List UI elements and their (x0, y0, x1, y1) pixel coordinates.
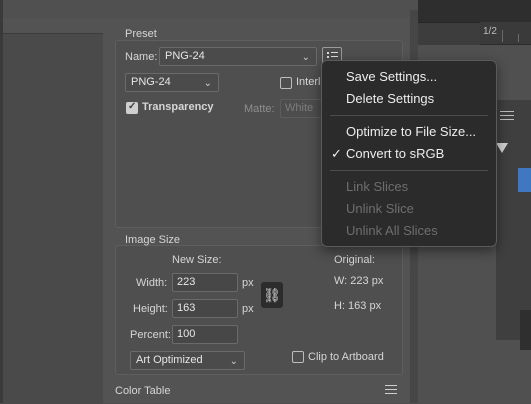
color-table-menu-icon[interactable] (385, 384, 397, 394)
height-value: 163 (177, 302, 196, 314)
transparency-label: Transparency (142, 101, 214, 113)
dialog-top-strip (0, 0, 418, 18)
menu-item-convert-srgb[interactable]: Convert to sRGB (346, 146, 444, 161)
filter-icon[interactable] (496, 143, 508, 153)
width-value: 223 (177, 276, 196, 288)
app-tab-bar (418, 0, 531, 23)
width-unit: px (242, 277, 254, 289)
original-label: Original: (334, 254, 375, 266)
matte-select[interactable]: White (280, 99, 322, 118)
link-constrain-icon[interactable]: ⛓ (261, 282, 283, 308)
ruler-label: 1/2 (483, 26, 497, 37)
color-table-title: Color Table (115, 385, 171, 397)
panel-menu-icon[interactable] (500, 110, 514, 120)
panel-scroll[interactable] (520, 310, 531, 350)
menu-item-save-settings[interactable]: Save Settings... (346, 69, 437, 84)
checkmark-icon: ✓ (331, 146, 342, 161)
menu-separator (330, 170, 488, 171)
interlaced-label: Interl (296, 76, 321, 88)
width-label: Width: (136, 277, 168, 289)
menu-item-unlink-all-slices: Unlink All Slices (346, 223, 438, 238)
resample-quality-select[interactable]: Art Optimized ⌄ (130, 351, 245, 370)
ruler-tick (502, 30, 503, 42)
chevron-down-icon: ⌄ (301, 52, 310, 63)
height-unit: px (242, 303, 254, 315)
clip-to-artboard-checkbox[interactable] (292, 351, 304, 363)
file-format-select[interactable]: PNG-24 ⌄ (125, 73, 219, 92)
chevron-down-icon: ⌄ (229, 356, 238, 367)
image-size-title: Image Size (125, 234, 181, 246)
interlaced-checkbox[interactable] (280, 77, 292, 89)
preset-name-value: PNG-24 (165, 50, 205, 62)
original-height: H: 163 px (334, 300, 382, 312)
menu-separator (330, 115, 488, 116)
preset-name-select[interactable]: PNG-24 ⌄ (159, 47, 317, 66)
percent-input[interactable]: 100 (172, 325, 238, 344)
clip-to-artboard-label: Clip to Artboard (308, 351, 384, 363)
new-size-label: New Size: (172, 254, 222, 266)
menu-item-link-slices: Link Slices (346, 179, 409, 194)
menu-item-unlink-slice: Unlink Slice (346, 201, 414, 216)
height-input[interactable]: 163 (172, 299, 238, 318)
preset-options-menu: Save Settings... Delete Settings Optimiz… (321, 60, 497, 247)
original-width: W: 223 px (334, 275, 384, 287)
resample-quality-value: Art Optimized (136, 354, 203, 366)
ruler-tick (518, 34, 519, 42)
percent-value: 100 (177, 328, 196, 340)
selected-layer-indicator (518, 168, 531, 192)
matte-label: Matte: (244, 103, 275, 115)
ruler: 1/2 (480, 22, 531, 45)
height-label: Height: (133, 303, 168, 315)
width-input[interactable]: 223 (172, 273, 238, 292)
side-panel (496, 100, 531, 340)
transparency-checkbox[interactable] (126, 101, 138, 114)
preset-section-title: Preset (125, 28, 157, 40)
list-menu-icon (327, 52, 329, 54)
file-format-value: PNG-24 (131, 76, 171, 88)
menu-item-optimize-file-size[interactable]: Optimize to File Size... (346, 124, 476, 139)
matte-value: White (285, 102, 314, 114)
chevron-down-icon: ⌄ (203, 78, 212, 89)
percent-label: Percent: (130, 329, 171, 341)
menu-item-delete-settings[interactable]: Delete Settings (346, 91, 434, 106)
preset-name-label: Name: (125, 51, 158, 63)
preview-pane (3, 33, 103, 404)
